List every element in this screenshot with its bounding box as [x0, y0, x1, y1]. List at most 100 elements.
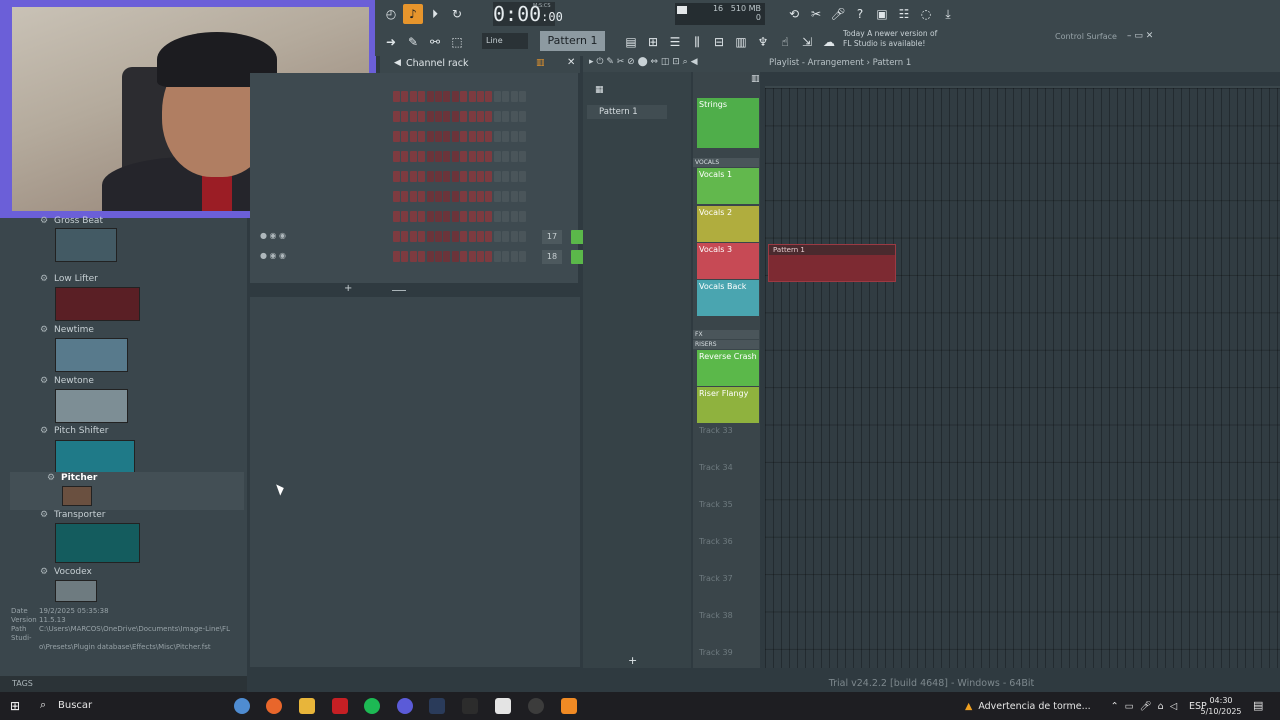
browser-item-transporter[interactable]: ⚙ Transporter [40, 510, 105, 520]
step-button[interactable] [393, 131, 400, 142]
step-button[interactable] [502, 211, 510, 222]
step-button[interactable] [426, 171, 434, 182]
step-button[interactable] [477, 91, 484, 102]
track-reverse-crash[interactable]: Reverse Crash [697, 350, 759, 386]
track-vocals-back[interactable]: Vocals Back [697, 280, 759, 316]
step-button[interactable] [418, 231, 426, 242]
fl-studio-icon[interactable] [561, 698, 577, 714]
playlist-grid[interactable] [765, 88, 1280, 668]
step-button[interactable] [401, 251, 409, 262]
step-button[interactable] [510, 111, 518, 122]
step-button[interactable] [393, 111, 400, 122]
step-button[interactable] [435, 191, 442, 202]
track-33[interactable]: Track 33 [697, 424, 759, 460]
step-button[interactable] [426, 151, 434, 162]
step-button[interactable] [401, 211, 409, 222]
step-button[interactable] [485, 91, 493, 102]
step-button[interactable] [468, 131, 476, 142]
step-button[interactable] [393, 231, 400, 242]
group-risers[interactable]: RISERS [693, 340, 759, 349]
track-vocals-2[interactable]: Vocals 2 [697, 206, 759, 242]
download-icon[interactable]: ⤓ [938, 4, 958, 24]
wait-input-icon[interactable]: ⏵ [425, 4, 445, 24]
windows-start-icon[interactable]: ⊞ [10, 699, 20, 713]
cloud-icon[interactable]: ☁ [819, 32, 839, 52]
step-button[interactable] [493, 91, 501, 102]
save-icon[interactable]: ▣ [872, 4, 892, 24]
stamp-icon[interactable]: ⬚ [447, 32, 467, 52]
channel-controls-17[interactable]: ● ◉ ◉ [260, 231, 286, 240]
step-button[interactable] [510, 191, 518, 202]
browser-item-low-lifter[interactable]: ⚙ Low Lifter [40, 274, 98, 284]
step-button[interactable] [443, 131, 451, 142]
firefox-icon[interactable] [266, 698, 282, 714]
rack-resize-handle[interactable] [392, 290, 406, 291]
step-button[interactable] [460, 251, 468, 262]
step-button[interactable] [485, 151, 493, 162]
close-icon[interactable]: ✕ [567, 57, 575, 68]
piano-roll-icon[interactable]: ☰ [665, 32, 685, 52]
step-button[interactable] [401, 151, 409, 162]
step-button[interactable] [409, 191, 417, 202]
step-button[interactable] [468, 151, 476, 162]
step-button[interactable] [435, 131, 442, 142]
step-button[interactable] [510, 131, 518, 142]
step-button[interactable] [393, 151, 400, 162]
step-button[interactable] [451, 211, 459, 222]
cut-icon[interactable]: ✂ [806, 4, 826, 24]
step-button[interactable] [393, 91, 400, 102]
step-button[interactable] [443, 171, 451, 182]
step-button[interactable] [519, 91, 526, 102]
step-button[interactable] [409, 171, 417, 182]
step-button[interactable] [451, 231, 459, 242]
step-button[interactable] [435, 251, 442, 262]
help-icon[interactable]: ? [850, 4, 870, 24]
track-riser-flangy[interactable]: Riser Flangy [697, 387, 759, 423]
step-button[interactable] [409, 231, 417, 242]
pattern-clip[interactable]: Pattern 1 [768, 244, 896, 282]
step-button[interactable] [435, 111, 442, 122]
step-button[interactable] [519, 131, 526, 142]
news-panel[interactable]: Today A newer version of FL Studio is ava… [843, 29, 943, 53]
browser-item-newtime[interactable]: ⚙ Newtime [40, 325, 94, 335]
step-button[interactable] [401, 231, 409, 242]
step-button[interactable] [426, 251, 434, 262]
tray-icons[interactable]: ⌃▭🎤︎⌂◁ [1111, 701, 1183, 712]
step-button[interactable] [435, 171, 442, 182]
step-button[interactable] [393, 191, 400, 202]
step-button[interactable] [468, 91, 476, 102]
browser-item-pitcher[interactable]: ⚙ Pitcher [47, 473, 97, 483]
chat-icon[interactable]: ◌ [916, 4, 936, 24]
channel-controls-18[interactable]: ● ◉ ◉ [260, 251, 286, 260]
taskbar-clock[interactable]: 04:30 5/10/2025 [1200, 695, 1242, 717]
step-button[interactable] [426, 211, 434, 222]
step-button[interactable] [435, 91, 442, 102]
track-39[interactable]: Track 39 [697, 646, 759, 668]
step-button[interactable] [502, 171, 510, 182]
step-button[interactable] [443, 91, 451, 102]
track-34[interactable]: Track 34 [697, 461, 759, 497]
obs-icon[interactable] [528, 698, 544, 714]
mixer-view-icon[interactable]: ⫼ [687, 32, 707, 52]
browser-item-vocodex[interactable]: ⚙ Vocodex [40, 567, 92, 577]
mic-icon[interactable]: 🎤︎ [828, 4, 848, 24]
discord-icon[interactable] [397, 698, 413, 714]
step-button[interactable] [510, 151, 518, 162]
playlist-tools[interactable]: ▸ ⏻ ✎ ✂ ⊘ ⬤ ⇔ ◫ ⊡ ⌕ ◀ [589, 57, 698, 67]
step-button[interactable] [485, 131, 493, 142]
step-button[interactable] [401, 191, 409, 202]
step-button[interactable] [502, 191, 510, 202]
step-button[interactable] [460, 91, 468, 102]
step-button[interactable] [443, 251, 451, 262]
track-37[interactable]: Track 37 [697, 572, 759, 608]
step-button[interactable] [510, 171, 518, 182]
pattern-list-item[interactable]: Pattern 1 [587, 105, 667, 119]
step-button[interactable] [502, 231, 510, 242]
track-36[interactable]: Track 36 [697, 535, 759, 571]
touch-icon[interactable]: ☝ [775, 32, 795, 52]
step-button[interactable] [443, 191, 451, 202]
track-35[interactable]: Track 35 [697, 498, 759, 534]
step-button[interactable] [460, 111, 468, 122]
step-button[interactable] [418, 151, 426, 162]
netflix-icon[interactable] [332, 698, 348, 714]
